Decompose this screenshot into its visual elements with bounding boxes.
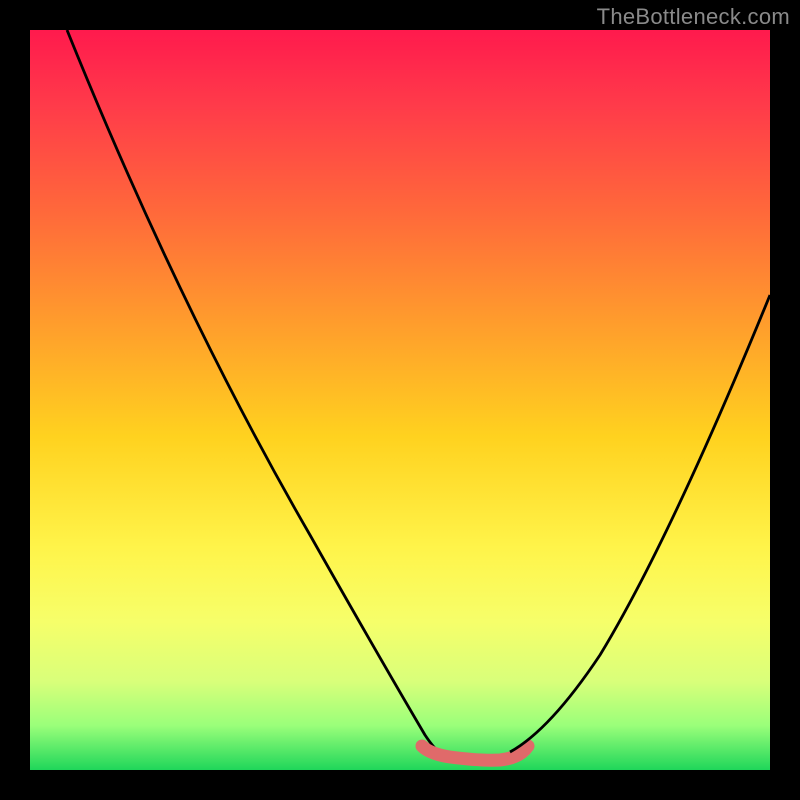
chart-curves (30, 30, 770, 770)
watermark-text: TheBottleneck.com (597, 4, 790, 30)
valley-knob-left (416, 740, 428, 752)
right-curve (510, 295, 770, 752)
valley-band (422, 746, 528, 760)
chart-frame: TheBottleneck.com (0, 0, 800, 800)
chart-plot-area (30, 30, 770, 770)
left-curve (67, 30, 440, 752)
